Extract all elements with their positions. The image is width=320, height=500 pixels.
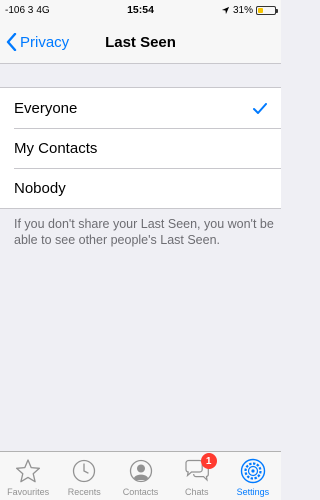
option-label: Nobody (14, 179, 66, 197)
tab-favourites[interactable]: Favourites (0, 452, 56, 500)
last-seen-footnote: If you don't share your Last Seen, you w… (14, 217, 274, 247)
chat-bubbles-icon: 1 (183, 453, 217, 485)
tab-chats[interactable]: 1 Chats (169, 452, 225, 500)
tab-bar: Favourites Recents Contacts 1 Chats Sett… (0, 451, 281, 500)
carrier-signal: -106 3 (5, 4, 34, 16)
network-type: 4G (36, 4, 50, 16)
option-everyone[interactable]: Everyone (0, 88, 281, 128)
gear-icon (239, 457, 267, 485)
chats-unread-badge: 1 (200, 453, 217, 469)
tab-label: Recents (67, 487, 101, 497)
option-label: Everyone (14, 99, 78, 117)
tab-settings[interactable]: Settings (225, 452, 281, 500)
location-arrow-icon (221, 6, 230, 14)
checkmark-icon (253, 102, 267, 114)
battery-percent: 31% (232, 4, 253, 16)
tab-label: Settings (236, 487, 270, 497)
contact-icon (127, 457, 155, 485)
status-bar: -106 3 4G 15:54 31% (0, 0, 281, 20)
navigation-bar: Privacy Last Seen (0, 20, 281, 64)
tab-recents[interactable]: Recents (56, 452, 112, 500)
option-my-contacts[interactable]: My Contacts (0, 128, 281, 168)
star-icon (14, 457, 42, 485)
battery-level (258, 7, 263, 13)
chevron-left-icon (6, 33, 17, 51)
option-label: My Contacts (14, 139, 98, 157)
tab-contacts[interactable]: Contacts (112, 452, 168, 500)
last-seen-options: Everyone My Contacts Nobody (0, 87, 281, 209)
status-left: -106 3 4G (5, 5, 50, 16)
status-right: 31% (221, 4, 278, 16)
back-button[interactable]: Privacy (6, 20, 69, 64)
back-label: Privacy (20, 33, 70, 51)
battery-icon (256, 5, 278, 15)
clock-icon (70, 457, 98, 485)
option-nobody[interactable]: Nobody (0, 168, 281, 208)
tab-label: Favourites (7, 487, 50, 497)
tab-label: Contacts (122, 487, 159, 497)
tab-label: Chats (184, 487, 209, 497)
